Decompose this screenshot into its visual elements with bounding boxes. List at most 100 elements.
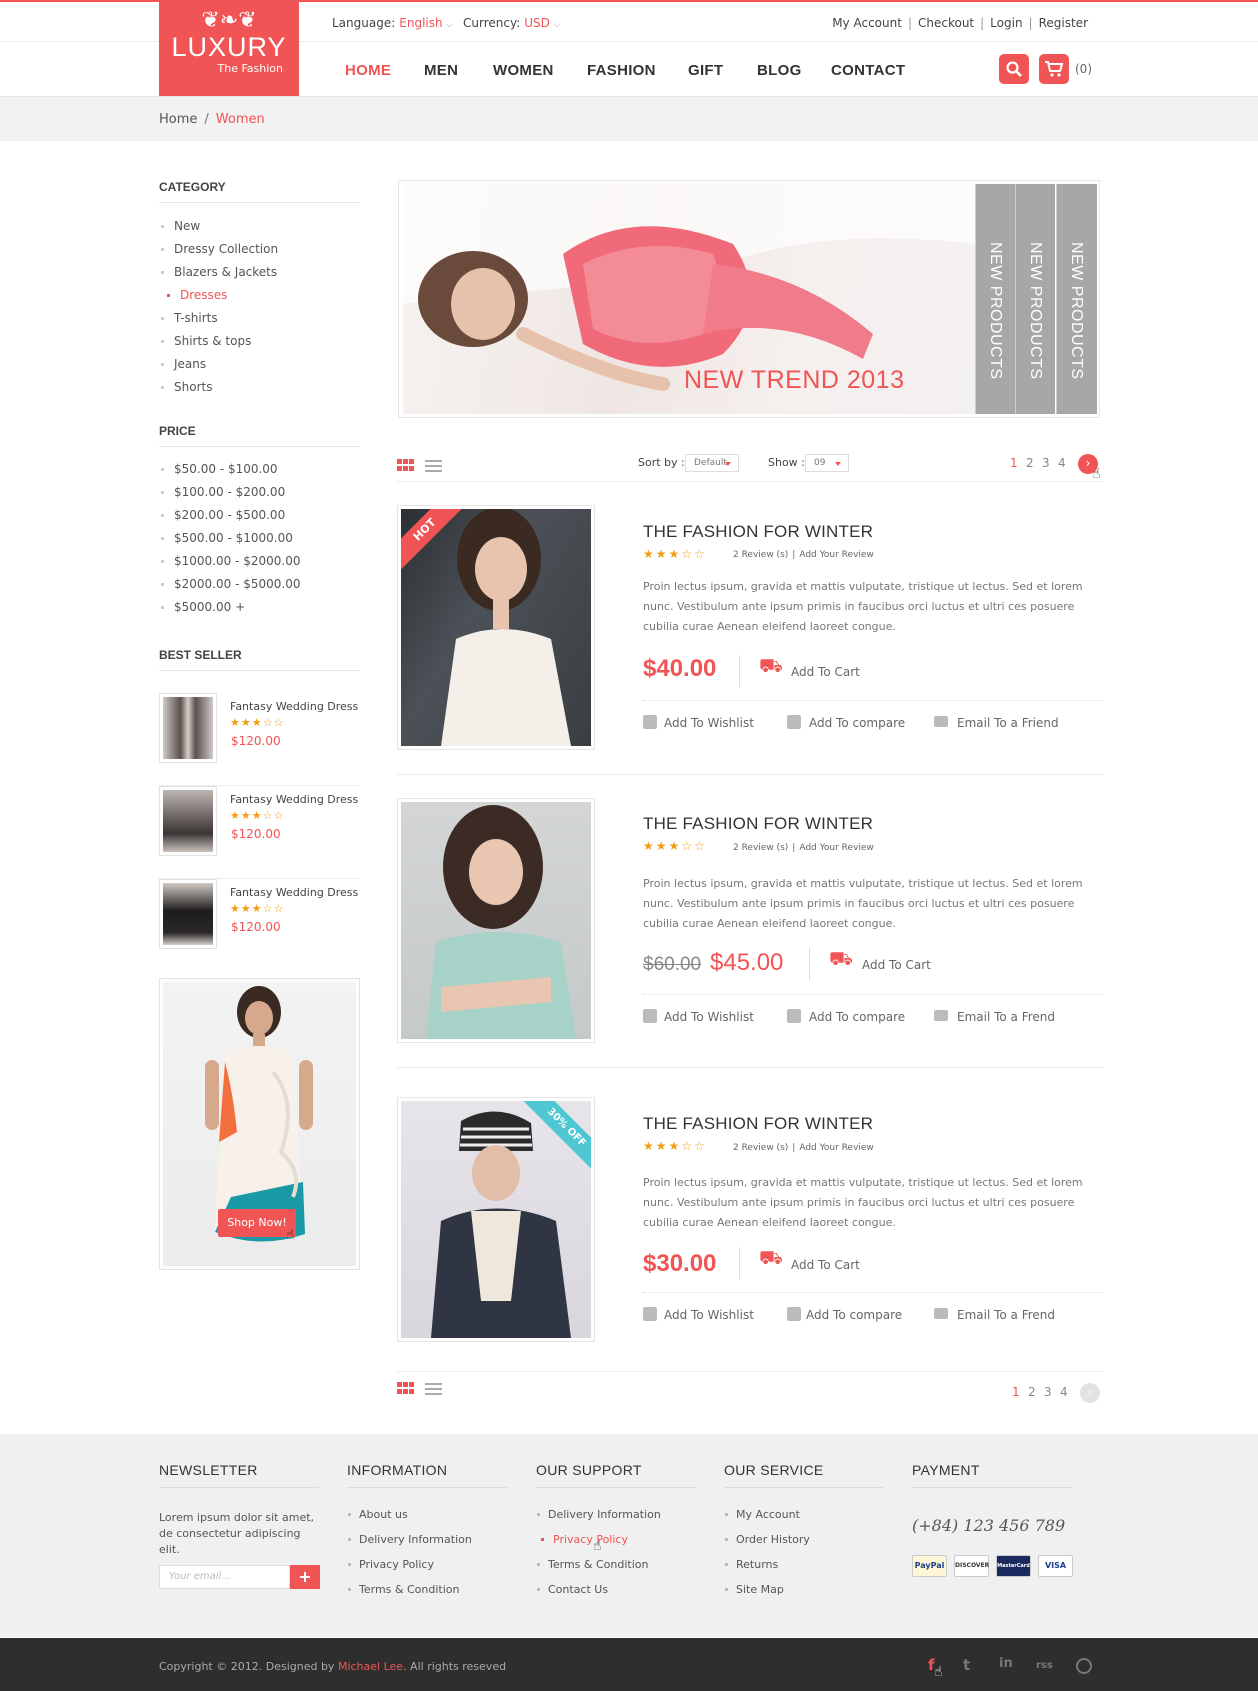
newsletter-email-input[interactable]: Your email... <box>159 1565 290 1589</box>
wishlist-icon[interactable] <box>643 1009 657 1023</box>
page-link[interactable]: 2 <box>1028 1385 1036 1399</box>
footer-link[interactable]: Returns <box>724 1552 894 1577</box>
nav-item-fashion[interactable]: FASHION <box>587 62 656 79</box>
compare-icon[interactable] <box>787 1009 801 1023</box>
page-link[interactable]: 3 <box>1044 1385 1052 1399</box>
next-page-button[interactable]: › <box>1080 1383 1100 1403</box>
footer-link[interactable]: My Account <box>724 1502 894 1527</box>
list-view-icon[interactable] <box>425 460 443 474</box>
add-to-wishlist-link[interactable]: Add To Wishlist <box>664 1010 754 1024</box>
page-link[interactable]: 2 <box>1026 456 1034 470</box>
product-image-frame[interactable] <box>397 798 595 1043</box>
nav-item-women[interactable]: WOMEN <box>493 62 554 79</box>
price-range-item[interactable]: $500.00 - $1000.00 <box>159 527 360 550</box>
shop-now-button[interactable]: Shop Now! <box>218 1209 296 1237</box>
footer-link[interactable]: Delivery Information <box>347 1527 517 1552</box>
login-link[interactable]: Login <box>990 16 1022 30</box>
designer-link[interactable]: Michael Lee <box>338 1660 403 1673</box>
add-to-cart-button[interactable]: Add To Cart <box>862 958 931 972</box>
my-account-link[interactable]: My Account <box>832 16 902 30</box>
add-to-compare-link[interactable]: Add To compare <box>806 1308 902 1322</box>
footer-link[interactable]: About us <box>347 1502 517 1527</box>
compare-icon[interactable] <box>787 1307 801 1321</box>
category-item-t-shirts[interactable]: T-shirts <box>159 307 360 330</box>
email-friend-link[interactable]: Email To a Frend <box>957 1308 1055 1322</box>
footer-link[interactable]: Contact Us <box>536 1577 706 1602</box>
basket-icon[interactable]: ⛟ <box>829 948 855 970</box>
add-to-wishlist-link[interactable]: Add To Wishlist <box>664 716 754 730</box>
add-review-link[interactable]: Add Your Review <box>799 843 873 853</box>
footer-link[interactable]: Site Map <box>724 1577 894 1602</box>
product-image-frame[interactable]: HOT <box>397 505 595 750</box>
bestseller-thumbnail[interactable] <box>159 879 217 949</box>
add-review-link[interactable]: Add Your Review <box>799 550 873 560</box>
email-friend-link[interactable]: Email To a Frend <box>957 1010 1055 1024</box>
price-range-item[interactable]: $5000.00 + <box>159 596 360 619</box>
page-link[interactable]: 1 <box>1010 456 1018 470</box>
price-range-item[interactable]: $100.00 - $200.00 <box>159 481 360 504</box>
dribbble-icon[interactable] <box>1076 1658 1092 1674</box>
bestseller-name[interactable]: Fantasy Wedding Dress <box>230 700 358 713</box>
price-range-item[interactable]: $50.00 - $100.00 <box>159 458 360 481</box>
review-count[interactable]: 2 Review (s) <box>733 1143 788 1153</box>
email-icon[interactable] <box>934 716 948 727</box>
nav-item-men[interactable]: MEN <box>424 62 458 79</box>
register-link[interactable]: Register <box>1039 16 1088 30</box>
product-title[interactable]: THE FASHION FOR WINTER <box>643 814 873 834</box>
footer-link[interactable]: Privacy Policy <box>347 1552 517 1577</box>
breadcrumb-home[interactable]: Home <box>159 112 197 127</box>
category-item-blazers-jackets[interactable]: Blazers & Jackets <box>159 261 360 284</box>
category-item-dressy-collection[interactable]: Dressy Collection <box>159 238 360 261</box>
bestseller-name[interactable]: Fantasy Wedding Dress <box>230 886 358 899</box>
basket-icon[interactable]: ⛟ <box>759 1247 785 1269</box>
category-item-dresses[interactable]: Dresses <box>159 284 360 307</box>
price-range-item[interactable]: $2000.00 - $5000.00 <box>159 573 360 596</box>
add-to-wishlist-link[interactable]: Add To Wishlist <box>664 1308 754 1322</box>
bestseller-item[interactable]: Fantasy Wedding Dress ★★★☆☆ $120.00 <box>159 693 360 786</box>
compare-icon[interactable] <box>787 715 801 729</box>
banner-tab[interactable]: NEW PRODUCTS <box>1015 184 1055 414</box>
basket-icon[interactable]: ⛟ <box>759 655 785 677</box>
price-range-item[interactable]: $1000.00 - $2000.00 <box>159 550 360 573</box>
grid-view-icon[interactable] <box>397 1382 415 1396</box>
bestseller-thumbnail[interactable] <box>159 786 217 856</box>
twitter-icon[interactable]: t <box>963 1656 970 1674</box>
email-friend-link[interactable]: Email To a Friend <box>957 716 1059 730</box>
email-icon[interactable] <box>934 1308 948 1319</box>
checkout-link[interactable]: Checkout <box>918 16 974 30</box>
page-link[interactable]: 3 <box>1042 456 1050 470</box>
add-to-compare-link[interactable]: Add To compare <box>809 716 905 730</box>
add-to-compare-link[interactable]: Add To compare <box>809 1010 905 1024</box>
bestseller-item[interactable]: Fantasy Wedding Dress ★★★☆☆ $120.00 <box>159 879 360 972</box>
newsletter-submit-button[interactable]: + <box>290 1565 320 1589</box>
review-count[interactable]: 2 Review (s) <box>733 550 788 560</box>
page-link[interactable]: 4 <box>1058 456 1066 470</box>
footer-link-active[interactable]: Privacy Policy <box>536 1527 706 1552</box>
bestseller-name[interactable]: Fantasy Wedding Dress <box>230 793 358 806</box>
category-item-shirts-tops[interactable]: Shirts & tops <box>159 330 360 353</box>
footer-link[interactable]: Order History <box>724 1527 894 1552</box>
category-item-shorts[interactable]: Shorts <box>159 376 360 399</box>
review-count[interactable]: 2 Review (s) <box>733 843 788 853</box>
footer-link[interactable]: Terms & Condition <box>536 1552 706 1577</box>
show-select[interactable]: 09 <box>805 454 849 472</box>
product-image-frame[interactable]: 30% OFF <box>397 1097 595 1342</box>
email-icon[interactable] <box>934 1010 948 1021</box>
banner-tab[interactable]: NEW PRODUCTS <box>1056 184 1097 414</box>
search-button[interactable] <box>999 54 1029 84</box>
bestseller-thumbnail[interactable] <box>159 693 217 763</box>
nav-item-home[interactable]: HOME <box>345 62 391 79</box>
grid-view-icon[interactable] <box>397 459 415 473</box>
footer-link[interactable]: Delivery Information <box>536 1502 706 1527</box>
currency-selector[interactable]: Currency: USD ⌵ <box>463 16 560 30</box>
page-link[interactable]: 1 <box>1012 1385 1020 1399</box>
add-to-cart-button[interactable]: Add To Cart <box>791 1258 860 1272</box>
sort-select[interactable]: Default <box>685 454 739 472</box>
wishlist-icon[interactable] <box>643 715 657 729</box>
linkedin-icon[interactable]: in <box>999 1656 1013 1671</box>
rss-icon[interactable]: rss <box>1036 1660 1053 1671</box>
category-item-jeans[interactable]: Jeans <box>159 353 360 376</box>
nav-item-contact[interactable]: CONTACT <box>831 62 905 79</box>
bestseller-item[interactable]: Fantasy Wedding Dress ★★★☆☆ $120.00 <box>159 786 360 879</box>
logo[interactable]: ❦❧❦ LUXURY The Fashion <box>159 2 299 96</box>
